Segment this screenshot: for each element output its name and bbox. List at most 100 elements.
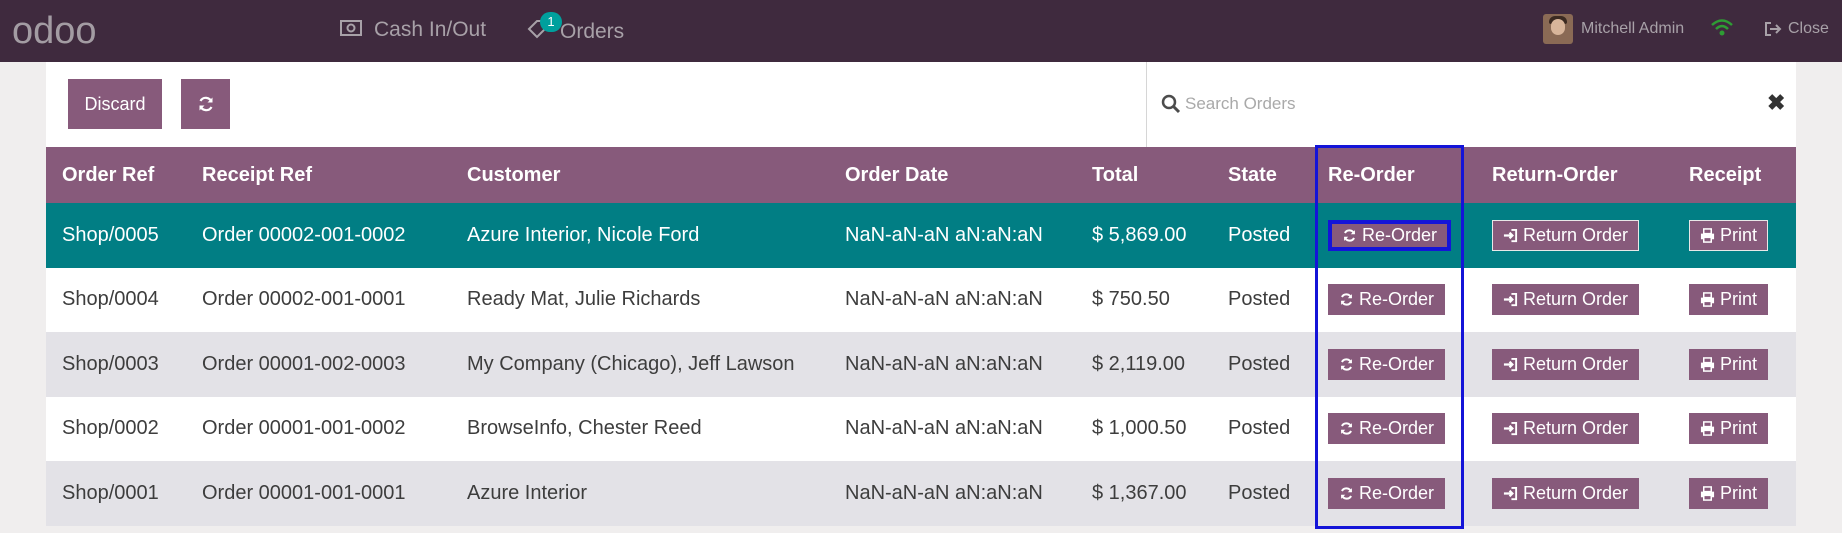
reorder-label: Re-Order: [1359, 418, 1435, 439]
refresh-button[interactable]: [181, 79, 230, 129]
refresh-icon: [1340, 358, 1353, 371]
clear-search-icon[interactable]: ✖: [1767, 92, 1785, 114]
cell-state: Posted: [1212, 267, 1312, 332]
refresh-icon: [1343, 229, 1356, 242]
reorder-label: Re-Order: [1359, 482, 1435, 503]
print-button[interactable]: Print: [1689, 477, 1769, 509]
print-button[interactable]: Print: [1689, 413, 1769, 445]
cell-receipt-ref: Order 00001-001-0001: [186, 461, 451, 526]
user-menu[interactable]: Mitchell Admin: [1543, 14, 1684, 44]
sign-in-icon: [1503, 228, 1518, 242]
col-receipt: Receipt: [1673, 147, 1796, 203]
cell-receipt: Print: [1673, 332, 1796, 397]
print-button[interactable]: Print: [1689, 284, 1769, 316]
cell-total: $ 5,869.00: [1076, 203, 1212, 268]
reorder-button[interactable]: Re-Order: [1328, 348, 1446, 380]
print-label: Print: [1720, 353, 1758, 374]
cell-receipt: Print: [1673, 203, 1796, 268]
return-order-label: Return Order: [1523, 289, 1629, 310]
return-order-button[interactable]: Return Order: [1492, 348, 1640, 380]
user-name: Mitchell Admin: [1581, 20, 1685, 37]
cell-customer: My Company (Chicago), Jeff Lawson: [451, 332, 829, 397]
sign-in-icon: [1503, 422, 1518, 436]
cell-state: Posted: [1212, 396, 1312, 461]
cell-customer: BrowseInfo, Chester Reed: [451, 396, 829, 461]
col-total: Total: [1076, 147, 1212, 203]
cell-state: Posted: [1212, 203, 1312, 268]
cash-in-out-label: Cash In/Out: [374, 18, 487, 41]
odoo-logo: odoo: [12, 10, 97, 52]
col-reorder: Re-Order: [1312, 147, 1476, 203]
cash-in-out-button[interactable]: Cash In/Out: [340, 18, 486, 42]
col-state: State: [1212, 147, 1312, 203]
orders-table: Order Ref Receipt Ref Customer Order Dat…: [46, 147, 1796, 526]
reorder-button[interactable]: Re-Order: [1328, 284, 1446, 316]
sign-in-icon: [1503, 486, 1518, 500]
table-row[interactable]: Shop/0004 Order 00002-001-0001 Ready Mat, …: [46, 267, 1796, 332]
reorder-button[interactable]: Re-Order: [1328, 413, 1446, 445]
search-bar: ✖: [1146, 62, 1796, 147]
avatar: [1543, 14, 1573, 44]
print-button[interactable]: Print: [1689, 348, 1769, 380]
cell-total: $ 1,000.50: [1076, 396, 1212, 461]
wifi-icon: [1710, 18, 1734, 43]
cell-order-date: NaN-aN-aN aN:aN:aN: [829, 203, 1076, 268]
print-label: Print: [1720, 482, 1758, 503]
table-row[interactable]: Shop/0002 Order 00001-001-0002 BrowseInfo,…: [46, 396, 1796, 461]
search-input[interactable]: [1185, 90, 1725, 118]
cell-customer: Ready Mat, Julie Richards: [451, 267, 829, 332]
print-icon: [1700, 227, 1715, 243]
cell-return-order: Return Order: [1476, 267, 1673, 332]
table-row[interactable]: Shop/0005 Order 00002-001-0002 Azure Inter…: [46, 203, 1796, 268]
reorder-button[interactable]: Re-Order: [1328, 477, 1446, 509]
cell-order-date: NaN-aN-aN aN:aN:aN: [829, 396, 1076, 461]
cell-order-date: NaN-aN-aN aN:aN:aN: [829, 332, 1076, 397]
refresh-icon: [1340, 487, 1353, 500]
search-icon: [1161, 94, 1181, 114]
col-receipt-ref: Receipt Ref: [186, 147, 451, 203]
return-order-button[interactable]: Return Order: [1492, 413, 1640, 445]
cell-return-order: Return Order: [1476, 332, 1673, 397]
return-order-label: Return Order: [1523, 482, 1629, 503]
return-order-label: Return Order: [1523, 353, 1629, 374]
return-order-label: Return Order: [1523, 224, 1629, 245]
cash-icon: [340, 18, 362, 42]
close-button[interactable]: Close: [1764, 20, 1829, 38]
return-order-button[interactable]: Return Order: [1492, 219, 1640, 251]
orders-button[interactable]: 1 Orders: [526, 12, 624, 46]
discard-button[interactable]: Discard: [68, 79, 162, 129]
cell-return-order: Return Order: [1476, 203, 1673, 268]
table-row[interactable]: Shop/0003 Order 00001-002-0003 My Company …: [46, 332, 1796, 397]
return-order-label: Return Order: [1523, 418, 1629, 439]
cell-receipt-ref: Order 00002-001-0001: [186, 267, 451, 332]
print-icon: [1700, 485, 1715, 501]
cell-reorder: Re-Order: [1312, 461, 1476, 526]
top-bar: odoo Cash In/Out 1 Orders Mitchell Admin: [0, 0, 1842, 62]
cell-order-ref: Shop/0005: [46, 203, 186, 268]
return-order-button[interactable]: Return Order: [1492, 284, 1640, 316]
cell-state: Posted: [1212, 461, 1312, 526]
reorder-label: Re-Order: [1359, 289, 1435, 310]
cell-order-ref: Shop/0002: [46, 396, 186, 461]
orders-table-body: Shop/0005 Order 00002-001-0002 Azure Inter…: [46, 203, 1796, 526]
table-header-row: Order Ref Receipt Ref Customer Order Dat…: [46, 147, 1796, 203]
reorder-button[interactable]: Re-Order: [1328, 219, 1452, 251]
cell-reorder: Re-Order: [1312, 396, 1476, 461]
print-icon: [1700, 356, 1715, 372]
cell-order-date: NaN-aN-aN aN:aN:aN: [829, 267, 1076, 332]
sign-out-icon: [1765, 22, 1782, 36]
refresh-icon: [198, 96, 213, 112]
cell-reorder: Re-Order: [1312, 267, 1476, 332]
cell-total: $ 750.50: [1076, 267, 1212, 332]
refresh-icon: [1340, 422, 1353, 435]
col-return-order: Return-Order: [1476, 147, 1673, 203]
return-order-button[interactable]: Return Order: [1492, 477, 1640, 509]
print-label: Print: [1720, 289, 1758, 310]
table-row[interactable]: Shop/0001 Order 00001-001-0001 Azure Inter…: [46, 461, 1796, 526]
cell-receipt: Print: [1673, 267, 1796, 332]
sign-in-icon: [1503, 293, 1518, 307]
cell-receipt-ref: Order 00002-001-0002: [186, 203, 451, 268]
print-label: Print: [1720, 224, 1758, 245]
print-button[interactable]: Print: [1689, 219, 1769, 251]
sign-in-icon: [1503, 357, 1518, 371]
